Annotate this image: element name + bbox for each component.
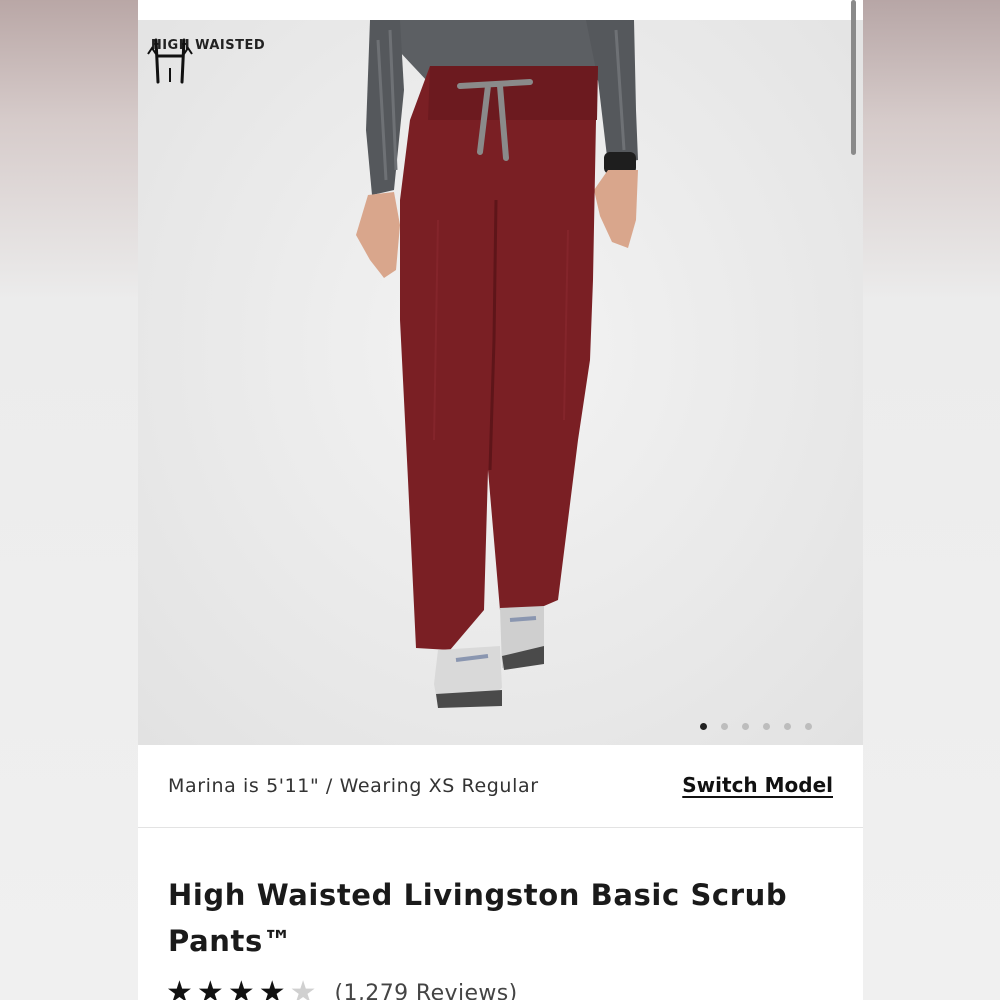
product-image[interactable]: HIGH WAISTED bbox=[138, 20, 863, 745]
background-left bbox=[0, 0, 138, 1000]
model-photo bbox=[356, 20, 638, 708]
star-icon: ★ bbox=[166, 975, 193, 1000]
gallery-dot[interactable] bbox=[784, 723, 791, 730]
rating-row[interactable]: ★ ★ ★ ★ ★ (1,279 Reviews) bbox=[166, 978, 518, 1000]
high-waisted-badge: HIGH WAISTED bbox=[144, 34, 272, 84]
gallery-dot[interactable] bbox=[721, 723, 728, 730]
reviews-link[interactable]: (1,279 Reviews) bbox=[335, 981, 518, 1000]
gallery-dot-active[interactable] bbox=[700, 723, 707, 730]
gallery-dot[interactable] bbox=[742, 723, 749, 730]
star-icon: ★ bbox=[258, 975, 286, 1000]
star-icon: ★ bbox=[196, 975, 224, 1000]
star-icon: ★ bbox=[227, 975, 255, 1000]
gallery-dot[interactable] bbox=[763, 723, 770, 730]
product-page: HIGH WAISTED Marina is 5'11" / Wearing X… bbox=[138, 0, 863, 1000]
model-info: Marina is 5'11" / Wearing XS Regular bbox=[168, 775, 539, 797]
model-info-row: Marina is 5'11" / Wearing XS Regular Swi… bbox=[138, 745, 863, 828]
star-empty-icon: ★ bbox=[289, 975, 317, 1000]
background-right bbox=[863, 0, 1000, 1000]
product-title: High Waisted Livingston Basic Scrub Pant… bbox=[168, 878, 788, 958]
gallery-dots bbox=[700, 723, 812, 730]
gallery-dot[interactable] bbox=[805, 723, 812, 730]
switch-model-link[interactable]: Switch Model bbox=[682, 773, 833, 797]
scrollbar[interactable] bbox=[851, 0, 856, 155]
top-bar bbox=[138, 0, 863, 20]
